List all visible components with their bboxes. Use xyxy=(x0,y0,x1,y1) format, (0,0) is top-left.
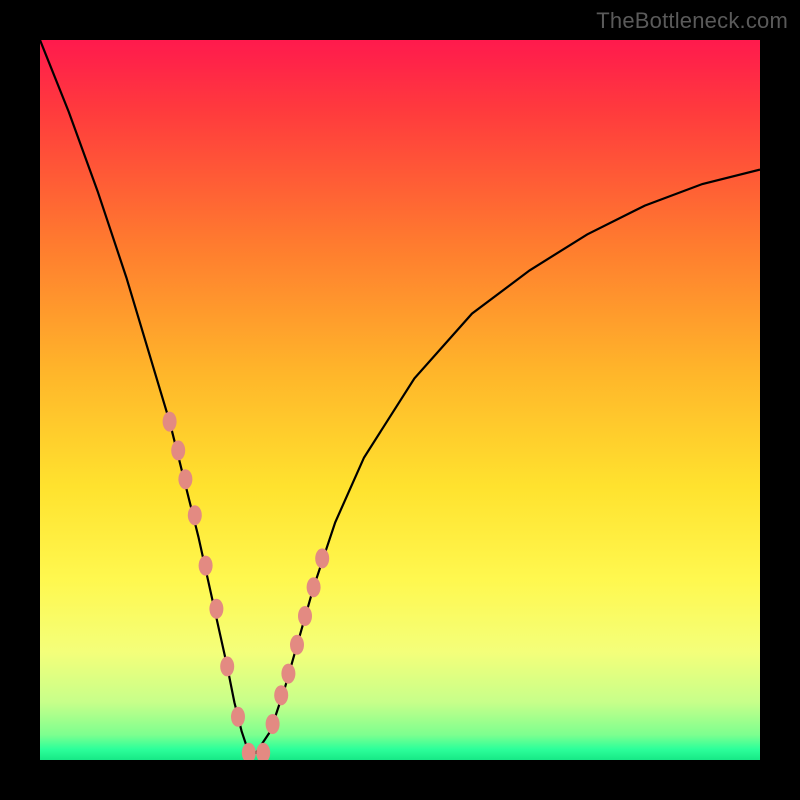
highlight-dot xyxy=(220,656,234,676)
highlight-dots xyxy=(163,412,330,760)
highlight-dot xyxy=(242,743,256,760)
watermark-text: TheBottleneck.com xyxy=(596,8,788,34)
highlight-dot xyxy=(266,714,280,734)
highlight-dot xyxy=(188,505,202,525)
highlight-dot xyxy=(231,707,245,727)
highlight-dot xyxy=(307,577,321,597)
plot-area xyxy=(40,40,760,760)
highlight-dot xyxy=(163,412,177,432)
highlight-dot xyxy=(256,743,270,760)
bottleneck-curve xyxy=(40,40,760,753)
chart-stage: TheBottleneck.com xyxy=(0,0,800,800)
highlight-dot xyxy=(315,548,329,568)
highlight-dot xyxy=(290,635,304,655)
highlight-dot xyxy=(178,469,192,489)
highlight-dot xyxy=(298,606,312,626)
highlight-dot xyxy=(209,599,223,619)
highlight-dot xyxy=(281,664,295,684)
highlight-dot xyxy=(199,556,213,576)
highlight-dot xyxy=(274,685,288,705)
highlight-dot xyxy=(171,440,185,460)
curve-layer xyxy=(40,40,760,760)
